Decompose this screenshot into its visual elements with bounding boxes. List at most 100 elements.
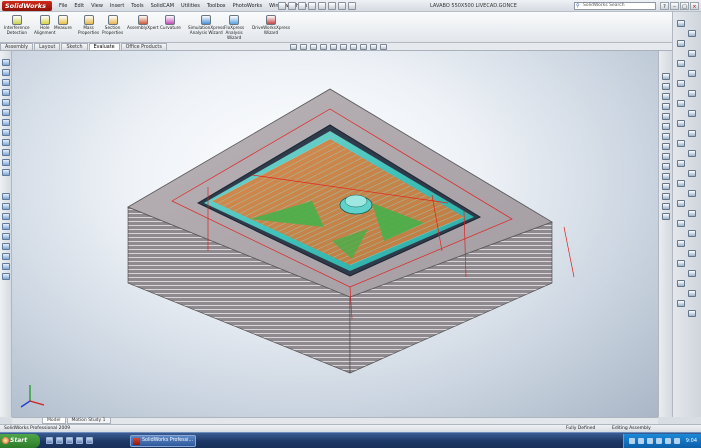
menu-edit[interactable]: Edit — [71, 2, 87, 11]
tab-sketch[interactable]: Sketch — [61, 43, 88, 50]
tab-layout[interactable]: Layout — [34, 43, 61, 50]
fillet-icon[interactable] — [2, 139, 10, 146]
tab-office-products[interactable]: Office Products — [120, 43, 167, 50]
move-icon[interactable] — [2, 223, 10, 230]
assembly-icon[interactable] — [2, 273, 10, 280]
mate-icon[interactable] — [2, 203, 10, 210]
revolve-icon[interactable] — [2, 129, 10, 136]
section-button[interactable]: Section Properties — [102, 15, 123, 36]
mirror-icon[interactable] — [2, 169, 10, 176]
display-style-icon[interactable] — [340, 44, 347, 50]
trimetric-icon[interactable] — [662, 113, 670, 120]
explode-icon[interactable] — [2, 243, 10, 250]
task-pane-tool-1-icon[interactable] — [677, 20, 685, 27]
smart-fasteners-icon[interactable] — [2, 253, 10, 260]
assemblyxpert-button[interactable]: AssemblyXpert — [127, 15, 159, 31]
rebuild-icon[interactable] — [338, 2, 346, 10]
task-pane-tool-17-icon[interactable] — [677, 180, 685, 187]
floxpress-button[interactable]: FloXpress Analysis Wizard — [224, 15, 244, 40]
task-pane-tool-16-icon[interactable] — [688, 170, 696, 177]
task-pane-tool-18-icon[interactable] — [688, 190, 696, 197]
menu-toolbox[interactable]: Toolbox — [204, 2, 229, 11]
task-pane-tool-8-icon[interactable] — [688, 90, 696, 97]
section-view-icon[interactable] — [320, 44, 327, 50]
task-pane-tool-21-icon[interactable] — [677, 220, 685, 227]
task-pane-tool-6-icon[interactable] — [688, 70, 696, 77]
task-pane-tool-19-icon[interactable] — [677, 200, 685, 207]
rotate-icon[interactable] — [2, 233, 10, 240]
view-front-icon[interactable] — [662, 73, 670, 80]
task-pane-tool-27-icon[interactable] — [677, 280, 685, 287]
task-pane-tool-5-icon[interactable] — [677, 60, 685, 67]
simulation-button[interactable]: SimulationXpress Analysis Wizard — [188, 15, 224, 36]
chamfer-icon[interactable] — [2, 149, 10, 156]
shaded-icon[interactable] — [662, 143, 670, 150]
circle-icon[interactable] — [2, 79, 10, 86]
previous-view-icon[interactable] — [310, 44, 317, 50]
component-icon[interactable] — [2, 213, 10, 220]
menu-photoworks[interactable]: PhotoWorks — [230, 2, 266, 11]
graphics-area[interactable] — [12, 51, 658, 417]
line-icon[interactable] — [2, 69, 10, 76]
task-pane-tool-2-icon[interactable] — [688, 30, 696, 37]
task-pane-tool-23-icon[interactable] — [677, 240, 685, 247]
close-button[interactable]: × — [690, 2, 699, 10]
measure-button[interactable]: Measure — [54, 15, 72, 31]
insert-part-icon[interactable] — [2, 263, 10, 270]
camera-icon[interactable] — [662, 193, 670, 200]
view-orientation-icon[interactable] — [330, 44, 337, 50]
quick-launch-explorer-icon[interactable] — [66, 437, 73, 444]
select-icon[interactable] — [328, 2, 336, 10]
task-pane-tool-9-icon[interactable] — [677, 100, 685, 107]
task-pane-tool-3-icon[interactable] — [677, 40, 685, 47]
task-pane-tool-12-icon[interactable] — [688, 130, 696, 137]
zoom-to-fit-icon[interactable] — [290, 44, 297, 50]
view-top-icon[interactable] — [662, 83, 670, 90]
hidden-lines-icon[interactable] — [662, 163, 670, 170]
extrude-icon[interactable] — [2, 119, 10, 126]
menu-tools[interactable]: Tools — [128, 2, 146, 11]
task-pane-tool-14-icon[interactable] — [688, 150, 696, 157]
start-button[interactable]: Start — [0, 434, 40, 448]
task-pane-tool-20-icon[interactable] — [688, 210, 696, 217]
isometric-icon[interactable] — [662, 103, 670, 110]
tray-update-icon[interactable] — [665, 438, 671, 444]
wireframe-icon[interactable] — [662, 153, 670, 160]
task-pane-tool-30-icon[interactable] — [688, 310, 696, 317]
help-button[interactable]: ? — [660, 2, 669, 10]
interference-button[interactable]: Interference Detection — [4, 15, 30, 36]
dimetric-icon[interactable] — [662, 123, 670, 130]
menu-solidcam[interactable]: SolidCAM — [148, 2, 177, 11]
menu-file[interactable]: File — [56, 2, 70, 11]
task-pane-tool-24-icon[interactable] — [688, 250, 696, 257]
save-icon[interactable] — [298, 2, 306, 10]
task-pane-tool-25-icon[interactable] — [677, 260, 685, 267]
solidworks-logo[interactable]: SolidWorks — [2, 1, 52, 11]
tab-evaluate[interactable]: Evaluate — [88, 43, 120, 50]
hide-show-items-icon[interactable] — [350, 44, 357, 50]
tray-security-icon[interactable] — [647, 438, 653, 444]
normal-to-icon[interactable] — [662, 133, 670, 140]
apply-scene-icon[interactable] — [370, 44, 377, 50]
realview-icon[interactable] — [662, 203, 670, 210]
zoom-area-icon[interactable] — [300, 44, 307, 50]
edit-appearance-icon[interactable] — [360, 44, 367, 50]
quick-launch-media-icon[interactable] — [76, 437, 83, 444]
mass-button[interactable]: Mass Properties — [78, 15, 99, 36]
tray-app-icon[interactable] — [674, 438, 680, 444]
hole-button[interactable]: Hole Alignment — [34, 15, 55, 36]
task-pane-tool-15-icon[interactable] — [677, 160, 685, 167]
quick-launch-app-icon[interactable] — [86, 437, 93, 444]
view-right-icon[interactable] — [662, 93, 670, 100]
quick-launch-desktop-icon[interactable] — [56, 437, 63, 444]
task-pane-tool-28-icon[interactable] — [688, 290, 696, 297]
maximize-button[interactable]: □ — [680, 2, 689, 10]
view-settings-icon[interactable] — [380, 44, 387, 50]
assembly-model[interactable] — [12, 51, 658, 417]
search-input[interactable]: ⚲ SolidWorks Search — [574, 2, 656, 10]
minimize-button[interactable]: – — [670, 2, 679, 10]
menu-insert[interactable]: Insert — [107, 2, 127, 11]
new-sketch-icon[interactable] — [2, 59, 10, 66]
task-pane-tool-29-icon[interactable] — [677, 300, 685, 307]
menu-view[interactable]: View — [88, 2, 106, 11]
